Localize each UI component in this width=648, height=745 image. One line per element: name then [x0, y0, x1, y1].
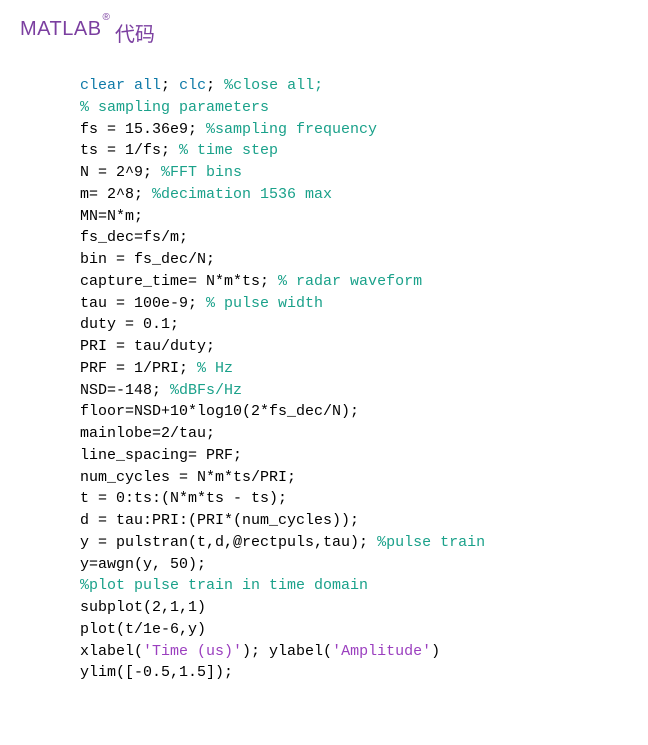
- cm-dec: %decimation 1536 max: [152, 186, 332, 203]
- cm-rw: % radar waveform: [278, 273, 422, 290]
- code-line: PRF = 1/PRI;: [80, 360, 197, 377]
- code-line: ); ylabel(: [242, 643, 332, 660]
- registered-icon: ®: [103, 12, 110, 23]
- code-line: fs_dec=fs/m;: [80, 229, 188, 246]
- cm-sf: %sampling frequency: [206, 121, 377, 138]
- title-suffix: 代码: [115, 18, 155, 47]
- code-block: clear all; clc; %close all; % sampling p…: [80, 75, 628, 684]
- section-title: MATLAB ® 代码: [20, 18, 628, 47]
- code-line: d = tau:PRI:(PRI*(num_cycles));: [80, 512, 359, 529]
- cm-plot: %plot pulse train in time domain: [80, 577, 368, 594]
- code-line: line_spacing= PRF;: [80, 447, 242, 464]
- code-line: PRI = tau/duty;: [80, 338, 215, 355]
- code-line: y = pulstran(t,d,@rectpuls,tau);: [80, 534, 377, 551]
- cm-close-all: %close all;: [224, 77, 323, 94]
- code-line: plot(t/1e-6,y): [80, 621, 206, 638]
- str-amp: 'Amplitude': [332, 643, 431, 660]
- title-brand: MATLAB: [20, 18, 102, 41]
- cm-pw: % pulse width: [206, 295, 323, 312]
- kw-all: all: [134, 77, 161, 94]
- code-line: ts = 1/fs;: [80, 142, 179, 159]
- code-line: mainlobe=2/tau;: [80, 425, 215, 442]
- cm-hz: % Hz: [197, 360, 233, 377]
- cm-fft: %FFT bins: [161, 164, 242, 181]
- code-line: fs = 15.36e9;: [80, 121, 206, 138]
- code-line: NSD=-148;: [80, 382, 170, 399]
- code-line: floor=NSD+10*log10(2*fs_dec/N);: [80, 403, 359, 420]
- kw-clc: clc: [179, 77, 206, 94]
- code-line: t = 0:ts:(N*m*ts - ts);: [80, 490, 287, 507]
- cm-ts: % time step: [179, 142, 278, 159]
- code-line: MN=N*m;: [80, 208, 143, 225]
- code-line: bin = fs_dec/N;: [80, 251, 215, 268]
- code-line: duty = 0.1;: [80, 316, 179, 333]
- kw-clear: clear: [80, 77, 125, 94]
- code-line: capture_time= N*m*ts;: [80, 273, 278, 290]
- code-line: tau = 100e-9;: [80, 295, 206, 312]
- code-line: y=awgn(y, 50);: [80, 556, 206, 573]
- code-line: ylim([-0.5,1.5]);: [80, 664, 233, 681]
- str-time: 'Time (us)': [143, 643, 242, 660]
- cm-dbfs: %dBFs/Hz: [170, 382, 242, 399]
- code-line: num_cycles = N*m*ts/PRI;: [80, 469, 296, 486]
- cm-sampling: % sampling parameters: [80, 99, 269, 116]
- code-line: ): [431, 643, 440, 660]
- code-line: subplot(2,1,1): [80, 599, 206, 616]
- code-line: N = 2^9;: [80, 164, 161, 181]
- cm-pt: %pulse train: [377, 534, 485, 551]
- code-line: m= 2^8;: [80, 186, 152, 203]
- code-line: xlabel(: [80, 643, 143, 660]
